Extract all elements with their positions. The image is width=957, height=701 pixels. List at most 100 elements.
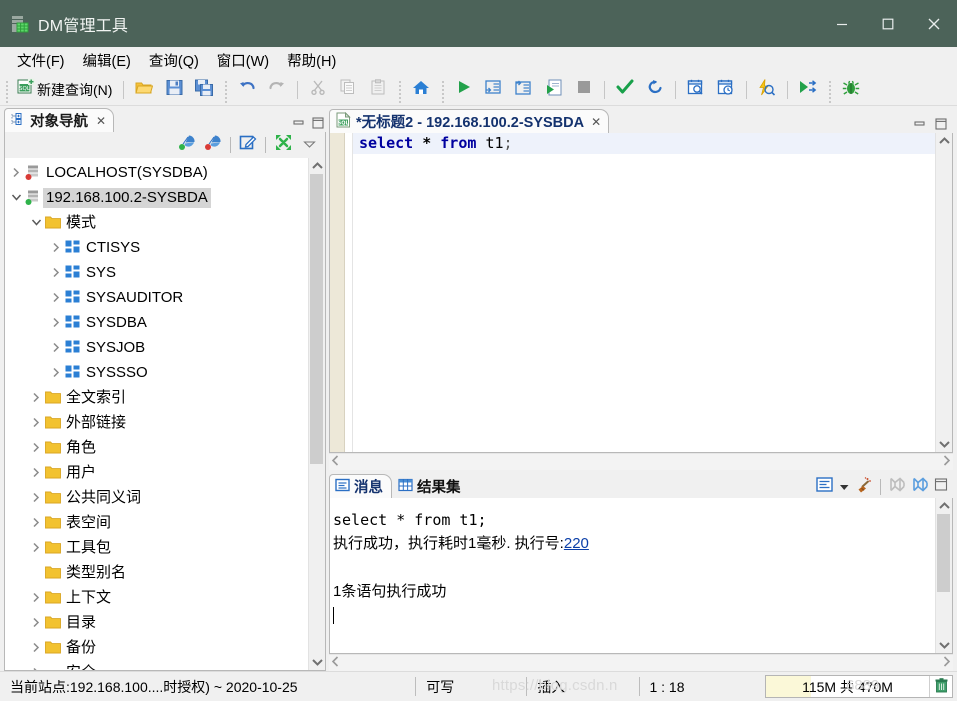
chevron-right-icon[interactable]	[28, 492, 44, 503]
results-scroll-thumb[interactable]	[937, 514, 950, 592]
disconnect-button[interactable]	[201, 134, 225, 156]
plan-explain-button[interactable]	[682, 78, 710, 102]
copy-button[interactable]	[334, 78, 362, 102]
code-line-1[interactable]: select * from t1;	[353, 133, 935, 154]
clear-messages-button[interactable]	[854, 476, 874, 496]
tree-node[interactable]: LOCALHOST(SYSDBA)	[5, 160, 308, 185]
results-scroll-track[interactable]	[936, 514, 952, 637]
scroll-down-arrow[interactable]	[309, 654, 325, 670]
tree-node[interactable]: SYSDBA	[5, 310, 308, 335]
execution-id-link[interactable]: 220	[564, 535, 589, 552]
connect-button[interactable]	[175, 134, 199, 156]
detach-panel-button[interactable]	[910, 477, 930, 496]
scroll-up-arrow[interactable]	[309, 158, 325, 174]
tree-node[interactable]: 备份	[5, 635, 308, 660]
chevron-right-icon[interactable]	[28, 592, 44, 603]
chevron-right-icon[interactable]	[28, 467, 44, 478]
execute-script-button[interactable]	[540, 78, 568, 102]
chevron-right-icon[interactable]	[28, 542, 44, 553]
edit-object-button[interactable]	[236, 134, 260, 156]
tree-node[interactable]: SYS	[5, 260, 308, 285]
editor-minimize-button[interactable]	[912, 116, 928, 131]
tree-node[interactable]: 全文索引	[5, 385, 308, 410]
chevron-right-icon[interactable]	[48, 342, 64, 353]
refresh-button[interactable]	[641, 78, 669, 102]
editor-scroll-right-arrow[interactable]	[942, 453, 951, 471]
tree-node[interactable]: SYSAUDITOR	[5, 285, 308, 310]
chevron-right-icon[interactable]	[48, 292, 64, 303]
home-button[interactable]	[407, 78, 435, 102]
save-all-button[interactable]	[190, 78, 218, 102]
tree-node[interactable]: 目录	[5, 610, 308, 635]
redo-button[interactable]	[263, 78, 291, 102]
chevron-right-icon[interactable]	[48, 367, 64, 378]
tree-node[interactable]: 安全	[5, 660, 308, 670]
chevron-right-icon[interactable]	[28, 642, 44, 653]
run-to-button[interactable]	[794, 78, 822, 102]
open-button[interactable]	[130, 78, 158, 102]
messages-text[interactable]: select * from t1; 执行成功，执行耗时1毫秒. 执行号:220 …	[330, 498, 935, 653]
tab-messages[interactable]: 消息	[329, 474, 392, 498]
toolbar-grip-4[interactable]	[439, 79, 446, 103]
quick-analyze-button[interactable]	[753, 78, 781, 102]
results-scroll-up-arrow[interactable]	[936, 498, 952, 514]
navigator-maximize-button[interactable]	[310, 115, 326, 130]
view-menu-button[interactable]	[297, 134, 321, 156]
plan-history-button[interactable]	[712, 78, 740, 102]
memory-indicator[interactable]: 115M 共 470M	[765, 675, 953, 698]
results-horizontal-scrollbar[interactable]	[329, 654, 953, 671]
execute-step-button[interactable]	[480, 78, 508, 102]
collapse-all-button[interactable]	[271, 134, 295, 156]
editor-scroll-up-arrow[interactable]	[936, 133, 952, 149]
execute-button[interactable]	[450, 78, 478, 102]
tree-node[interactable]: 公共同义词	[5, 485, 308, 510]
object-tree[interactable]: LOCALHOST(SYSDBA) 192.168.100.2-SYSBDA 模式 C…	[5, 158, 308, 670]
editor-vertical-scrollbar[interactable]	[935, 133, 952, 452]
chevron-right-icon[interactable]	[48, 267, 64, 278]
tree-node[interactable]: 模式	[5, 210, 308, 235]
undo-button[interactable]	[233, 78, 261, 102]
editor-scroll-track[interactable]	[936, 149, 952, 436]
run-gc-button[interactable]	[929, 676, 952, 697]
chevron-right-icon[interactable]	[48, 242, 64, 253]
toolbar-grip[interactable]	[3, 79, 10, 103]
close-button[interactable]	[911, 0, 957, 47]
minimize-button[interactable]	[819, 0, 865, 47]
toolbar-grip-5[interactable]	[826, 79, 833, 103]
tab-sql-editor[interactable]: SQL *无标题2 - 192.168.100.2-SYSBDA ✕	[329, 109, 610, 133]
chevron-down-icon[interactable]	[8, 192, 24, 203]
menu-query[interactable]: 查询(Q)	[140, 47, 208, 74]
results-scroll-right-arrow[interactable]	[942, 654, 951, 672]
results-scroll-down-arrow[interactable]	[936, 637, 952, 653]
tree-node[interactable]: SYSJOB	[5, 335, 308, 360]
tree-node[interactable]: 表空间	[5, 510, 308, 535]
tree-scroll-track[interactable]	[309, 173, 325, 654]
navigator-minimize-button[interactable]	[291, 115, 307, 130]
tree-node[interactable]: 类型别名	[5, 560, 308, 585]
wrap-text-button[interactable]	[814, 477, 834, 496]
execute-step-out-button[interactable]	[510, 78, 538, 102]
chevron-right-icon[interactable]	[28, 667, 44, 670]
tab-resultset[interactable]: 结果集	[392, 474, 470, 498]
toolbar-grip-3[interactable]	[396, 79, 403, 103]
debug-button[interactable]	[837, 78, 865, 102]
results-options-dropdown[interactable]	[837, 480, 851, 495]
editor-horizontal-scrollbar[interactable]	[329, 453, 953, 470]
close-icon[interactable]: ✕	[96, 114, 106, 128]
cut-button[interactable]	[304, 78, 332, 102]
results-vertical-scrollbar[interactable]	[935, 498, 952, 653]
sql-code-area[interactable]: select * from t1;	[353, 133, 935, 452]
tree-scroll-thumb[interactable]	[310, 173, 323, 464]
restore-panel-button[interactable]	[887, 477, 907, 496]
menu-help[interactable]: 帮助(H)	[278, 47, 345, 74]
results-maximize-button[interactable]	[933, 478, 949, 495]
tree-node[interactable]: 192.168.100.2-SYSBDA	[5, 185, 308, 210]
tree-node[interactable]: 用户	[5, 460, 308, 485]
tree-node[interactable]: SYSSSO	[5, 360, 308, 385]
chevron-right-icon[interactable]	[28, 617, 44, 628]
tree-vertical-scrollbar[interactable]	[308, 157, 325, 670]
results-scroll-left-arrow[interactable]	[331, 654, 340, 672]
tree-node[interactable]: CTISYS	[5, 235, 308, 260]
chevron-right-icon[interactable]	[28, 417, 44, 428]
stop-button[interactable]	[570, 78, 598, 102]
